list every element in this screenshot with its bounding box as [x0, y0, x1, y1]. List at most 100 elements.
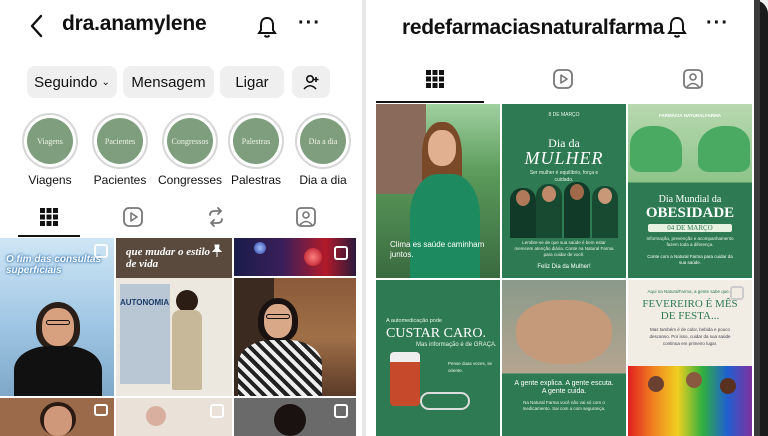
- more-options-icon[interactable]: ···: [706, 12, 729, 35]
- person-face: [146, 406, 166, 426]
- following-button[interactable]: Seguindo ⌄: [27, 66, 117, 98]
- poster-cta: Conte com a Natural Farma para cuidar da…: [647, 254, 733, 265]
- post-thumbnail[interactable]: [234, 238, 356, 276]
- tab-reposts-icon[interactable]: [205, 206, 227, 228]
- pill-bottle-cap: [390, 352, 420, 362]
- molecule-sphere: [304, 248, 322, 266]
- poster-sub: Mas informação é de GRAÇA.: [416, 342, 497, 348]
- post-thumbnail[interactable]: [234, 278, 356, 396]
- message-button[interactable]: Mensagem: [123, 66, 214, 98]
- poster-signoff: Feliz Dia da Mulher!: [537, 264, 591, 270]
- poster-title-line2: MULHER: [524, 148, 604, 168]
- post-thumbnail[interactable]: que mudar o estilo de vida AUTONOMIA: [116, 238, 232, 396]
- tab-reels-icon[interactable]: [552, 68, 574, 90]
- active-tab-indicator: [376, 101, 484, 103]
- post-caption: que mudar o estilo de vida: [126, 246, 211, 270]
- slide-text: AUTONOMIA: [120, 298, 170, 307]
- post-thumbnail[interactable]: 8 DE MARÇO Dia da MULHER Ser mulher é eq…: [502, 104, 626, 278]
- speaker-body: [172, 310, 202, 390]
- speaker-head: [176, 290, 198, 312]
- profile-username: redefarmaciasnaturalfarma: [402, 16, 665, 39]
- post-tag: 8 DE MARÇO: [548, 112, 580, 118]
- person-face: [428, 130, 456, 166]
- post-thumbnail[interactable]: A gente explica. A gente escuta. A gente…: [502, 280, 626, 436]
- sneaker-right: [698, 126, 750, 172]
- carousel-icon: [210, 404, 224, 418]
- highlight-label: Dia a dia: [299, 173, 347, 187]
- person-hair: [274, 404, 306, 436]
- chevron-down-icon: ⌄: [101, 76, 110, 88]
- poster-title-line2: OBESIDADE: [645, 205, 735, 221]
- person-clothes: [410, 174, 480, 278]
- following-label: Seguindo: [34, 73, 98, 91]
- tab-posts-grid-icon[interactable]: [38, 206, 60, 228]
- glasses: [266, 314, 290, 319]
- notifications-bell-icon[interactable]: [666, 15, 688, 39]
- highlight-pacientes[interactable]: Pacientes Pacientes: [92, 113, 148, 187]
- highlight-ring: Dia a dia: [295, 113, 351, 169]
- highlight-cover: Pacientes: [97, 118, 143, 164]
- tab-reels-icon[interactable]: [122, 206, 144, 228]
- post-thumbnail[interactable]: [116, 398, 232, 436]
- active-tab-indicator: [18, 235, 80, 237]
- carousel-icon: [334, 246, 348, 260]
- post-thumbnail[interactable]: [234, 398, 356, 436]
- back-arrow-icon[interactable]: [28, 14, 46, 38]
- person-face: [264, 304, 292, 338]
- highlight-palestras[interactable]: Palestras Palestras: [228, 113, 284, 187]
- more-options-icon[interactable]: ···: [298, 12, 321, 35]
- poster-date: 04 DE MARÇO: [648, 224, 732, 232]
- add-user-button[interactable]: [292, 66, 330, 98]
- women-group: [506, 182, 622, 238]
- highlight-cover: Congressos: [167, 118, 213, 164]
- highlight-ring: Pacientes: [92, 113, 148, 169]
- poster-line2: Na Natural Farma você não vai só com o m…: [522, 400, 606, 411]
- profile-username: dra.anamylene: [62, 12, 207, 35]
- tab-posts-grid-icon[interactable]: [424, 68, 446, 90]
- post-thumbnail[interactable]: A automedicação pode CUSTAR CARO. Mas in…: [376, 280, 500, 436]
- poster-kicker: A automedicação pode: [386, 318, 442, 324]
- tab-tagged-icon[interactable]: [295, 206, 317, 228]
- brand-logo: FARMÁCIA NATURALFARMA: [658, 113, 722, 118]
- notifications-bell-icon[interactable]: [256, 15, 278, 39]
- poster-footer: Lembre-se de que sua saúde é bem estar m…: [514, 240, 614, 257]
- crowd-person: [686, 372, 702, 388]
- post-thumbnail[interactable]: [0, 398, 114, 436]
- right-profile-panel: redefarmaciasnaturalfarma ··· Clima es s…: [366, 0, 754, 436]
- left-profile-panel: dra.anamylene ··· Seguindo ⌄ Mensagem Lig…: [0, 0, 362, 436]
- highlight-congresses[interactable]: Congressos Congresses: [158, 113, 222, 187]
- call-label: Ligar: [235, 73, 269, 91]
- glasses: [46, 320, 70, 325]
- person-clothes: [238, 340, 322, 396]
- crowd-person: [648, 376, 664, 392]
- highlight-cover: Viagens: [27, 118, 73, 164]
- phone-frame-edge: [754, 0, 768, 436]
- stethoscope: [420, 392, 470, 410]
- person-clothes: [14, 346, 102, 396]
- poster-title: FEVEREIRO É MÊS DE FESTA...: [642, 298, 738, 322]
- crowd-person: [720, 378, 736, 394]
- post-thumbnail[interactable]: O fim das consultas superficiais: [0, 238, 114, 396]
- tab-tagged-icon[interactable]: [682, 68, 704, 90]
- highlight-ring: Congressos: [162, 113, 218, 169]
- person-face: [42, 308, 74, 346]
- post-thumbnail[interactable]: Clima es saúde caminham juntos.: [376, 104, 500, 278]
- carousel-icon: [94, 244, 108, 258]
- highlight-ring: Viagens: [22, 113, 78, 169]
- poster-title: CUSTAR CARO.: [386, 326, 487, 341]
- message-label: Mensagem: [131, 73, 206, 91]
- highlight-dia-a-dia[interactable]: Dia a dia Dia a dia: [295, 113, 351, 187]
- poster-title-line1: Dia Mundial da: [658, 194, 722, 205]
- carousel-icon: [334, 404, 348, 418]
- post-thumbnail[interactable]: Aqui na NaturalFarma, a gente sabe que..…: [628, 280, 752, 436]
- sneaker-left: [630, 126, 682, 172]
- pin-icon: [211, 244, 223, 257]
- post-caption: Clima es saúde caminham juntos.: [390, 240, 485, 259]
- poster-note: Pense duas vezes, se oriente.: [448, 361, 493, 373]
- highlight-viagens[interactable]: Viagens Viagens: [22, 113, 78, 187]
- post-thumbnail[interactable]: FARMÁCIA NATURALFARMA Dia Mundial da OBE…: [628, 104, 752, 278]
- poster-body: Informação, prevenção e acompanhamento f…: [646, 236, 734, 247]
- molecule-sphere: [254, 242, 266, 254]
- call-button[interactable]: Ligar: [220, 66, 284, 98]
- building-roof: [376, 104, 426, 194]
